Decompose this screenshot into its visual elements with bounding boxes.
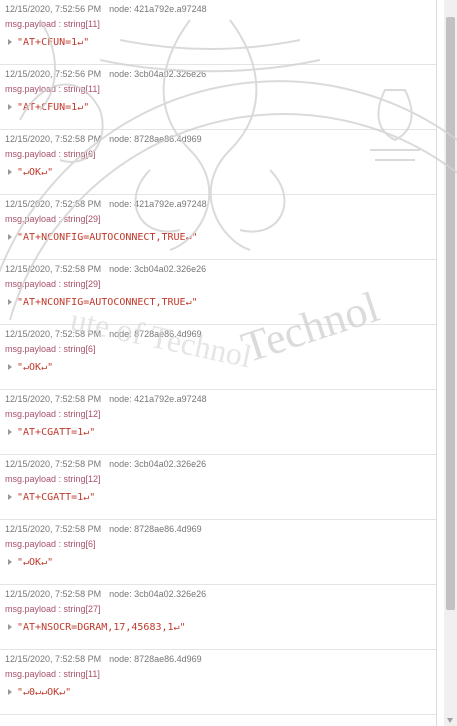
expand-arrow-icon[interactable] xyxy=(8,104,12,111)
message-meta: 12/15/2020, 7:52:58 PM node: 421a792e.a97… xyxy=(5,394,207,404)
payload-value: "AT+CGATT=1↵" xyxy=(17,492,96,503)
message-node-id[interactable]: node: 3cb04a02.326e26 xyxy=(109,264,206,274)
message-timestamp: 12/15/2020, 7:52:58 PM xyxy=(5,394,102,404)
debug-message: 12/15/2020, 7:52:58 PM node: 421a792e.a97… xyxy=(0,195,436,260)
message-node-id[interactable]: node: 421a792e.a97248 xyxy=(109,394,207,404)
expand-arrow-icon[interactable] xyxy=(8,169,12,176)
debug-message: 12/15/2020, 7:52:58 PM node: 3cb04a02.326… xyxy=(0,455,436,520)
payload-value: "↵0↵↵OK↵" xyxy=(17,687,72,698)
message-payload[interactable]: "↵0↵↵OK↵" xyxy=(8,687,71,698)
payload-value: "AT+NCONFIG=AUTOCONNECT,TRUE↵" xyxy=(17,232,198,243)
debug-message: 12/15/2020, 7:52:58 PM node: 421a792e.a97… xyxy=(0,390,436,455)
debug-window: 12/15/2020, 7:52:56 PM node: 421a792e.a97… xyxy=(0,0,457,726)
expand-arrow-icon[interactable] xyxy=(8,494,12,501)
payload-value: "↵OK↵" xyxy=(17,557,54,568)
message-timestamp: 12/15/2020, 7:52:56 PM xyxy=(5,69,102,79)
message-timestamp: 12/15/2020, 7:52:58 PM xyxy=(5,199,102,209)
message-node-id[interactable]: node: 3cb04a02.326e26 xyxy=(109,589,206,599)
debug-message-list[interactable]: 12/15/2020, 7:52:56 PM node: 421a792e.a97… xyxy=(0,0,437,726)
message-meta: 12/15/2020, 7:52:58 PM node: 8728ae86.4d9… xyxy=(5,329,202,339)
message-meta: 12/15/2020, 7:52:58 PM node: 421a792e.a97… xyxy=(5,199,207,209)
message-payload[interactable]: "AT+NCONFIG=AUTOCONNECT,TRUE↵" xyxy=(8,297,198,308)
debug-message: 12/15/2020, 7:52:56 PM node: 421a792e.a97… xyxy=(0,0,436,65)
message-payload[interactable]: "↵OK↵" xyxy=(8,167,53,178)
message-payload[interactable]: "AT+NSOCR=DGRAM,17,45683,1↵" xyxy=(8,622,186,633)
message-timestamp: 12/15/2020, 7:52:58 PM xyxy=(5,329,102,339)
message-timestamp: 12/15/2020, 7:52:58 PM xyxy=(5,589,102,599)
expand-arrow-icon[interactable] xyxy=(8,559,12,566)
payload-value: "AT+NCONFIG=AUTOCONNECT,TRUE↵" xyxy=(17,297,198,308)
message-node-id[interactable]: node: 3cb04a02.326e26 xyxy=(109,459,206,469)
message-timestamp: 12/15/2020, 7:52:58 PM xyxy=(5,524,102,534)
debug-message: 12/15/2020, 7:52:58 PM node: 8728ae86.4d9… xyxy=(0,520,436,585)
message-payload[interactable]: "AT+NCONFIG=AUTOCONNECT,TRUE↵" xyxy=(8,232,198,243)
debug-message: 12/15/2020, 7:52:58 PM node: 8728ae86.4d9… xyxy=(0,650,436,715)
expand-arrow-icon[interactable] xyxy=(8,624,12,631)
debug-message: 12/15/2020, 7:52:58 PM node: 3cb04a02.326… xyxy=(0,585,436,650)
message-topic: msg.payload : string[12] xyxy=(5,409,101,419)
payload-value: "AT+CGATT=1↵" xyxy=(17,427,96,438)
debug-message: 12/15/2020, 7:52:56 PM node: 3cb04a02.326… xyxy=(0,65,436,130)
payload-value: "↵OK↵" xyxy=(17,167,54,178)
expand-arrow-icon[interactable] xyxy=(8,429,12,436)
message-node-id[interactable]: node: 8728ae86.4d969 xyxy=(109,524,202,534)
message-payload[interactable]: "AT+CGATT=1↵" xyxy=(8,427,95,438)
payload-value: "AT+NSOCR=DGRAM,17,45683,1↵" xyxy=(17,622,186,633)
message-meta: 12/15/2020, 7:52:56 PM node: 3cb04a02.326… xyxy=(5,69,206,79)
message-topic: msg.payload : string[6] xyxy=(5,149,96,159)
payload-value: "↵OK↵" xyxy=(17,362,54,373)
message-topic: msg.payload : string[11] xyxy=(5,19,100,29)
expand-arrow-icon[interactable] xyxy=(8,364,12,371)
message-timestamp: 12/15/2020, 7:52:58 PM xyxy=(5,264,102,274)
expand-arrow-icon[interactable] xyxy=(8,234,12,241)
payload-value: "AT+CFUN=1↵" xyxy=(17,102,90,113)
message-timestamp: 12/15/2020, 7:52:56 PM xyxy=(5,4,102,14)
message-topic: msg.payload : string[12] xyxy=(5,474,101,484)
message-node-id[interactable]: node: 3cb04a02.326e26 xyxy=(109,69,206,79)
message-topic: msg.payload : string[11] xyxy=(5,669,100,679)
debug-message: 12/15/2020, 7:52:58 PM node: 8728ae86.4d9… xyxy=(0,325,436,390)
message-node-id[interactable]: node: 421a792e.a97248 xyxy=(109,4,207,14)
message-meta: 12/15/2020, 7:52:58 PM node: 8728ae86.4d9… xyxy=(5,134,202,144)
debug-message: 12/15/2020, 7:52:58 PM node: 3cb04a02.326… xyxy=(0,260,436,325)
expand-arrow-icon[interactable] xyxy=(8,299,12,306)
message-topic: msg.payload : string[6] xyxy=(5,539,96,549)
message-payload[interactable]: "AT+CFUN=1↵" xyxy=(8,37,89,48)
message-node-id[interactable]: node: 8728ae86.4d969 xyxy=(109,134,202,144)
message-timestamp: 12/15/2020, 7:52:58 PM xyxy=(5,459,102,469)
message-topic: msg.payload : string[27] xyxy=(5,604,101,614)
message-topic: msg.payload : string[29] xyxy=(5,279,101,289)
expand-arrow-icon[interactable] xyxy=(8,39,12,46)
message-timestamp: 12/15/2020, 7:52:58 PM xyxy=(5,134,102,144)
message-meta: 12/15/2020, 7:52:58 PM node: 8728ae86.4d9… xyxy=(5,654,202,664)
message-meta: 12/15/2020, 7:52:58 PM node: 3cb04a02.326… xyxy=(5,589,206,599)
message-payload[interactable]: "↵OK↵" xyxy=(8,362,53,373)
message-topic: msg.payload : string[29] xyxy=(5,214,101,224)
message-payload[interactable]: "AT+CGATT=1↵" xyxy=(8,492,95,503)
payload-value: "AT+CFUN=1↵" xyxy=(17,37,90,48)
message-node-id[interactable]: node: 421a792e.a97248 xyxy=(109,199,207,209)
debug-message: 12/15/2020, 7:52:58 PM node: 8728ae86.4d9… xyxy=(0,130,436,195)
message-meta: 12/15/2020, 7:52:56 PM node: 421a792e.a97… xyxy=(5,4,207,14)
scrollbar-thumb[interactable] xyxy=(446,17,455,610)
message-topic: msg.payload : string[11] xyxy=(5,84,100,94)
message-node-id[interactable]: node: 8728ae86.4d969 xyxy=(109,329,202,339)
vertical-scrollbar[interactable] xyxy=(444,0,457,726)
message-meta: 12/15/2020, 7:52:58 PM node: 8728ae86.4d9… xyxy=(5,524,202,534)
message-payload[interactable]: "↵OK↵" xyxy=(8,557,53,568)
message-topic: msg.payload : string[6] xyxy=(5,344,96,354)
message-payload[interactable]: "AT+CFUN=1↵" xyxy=(8,102,89,113)
expand-arrow-icon[interactable] xyxy=(8,689,12,696)
message-timestamp: 12/15/2020, 7:52:58 PM xyxy=(5,654,102,664)
scroll-down-arrow-icon[interactable] xyxy=(447,718,453,723)
message-meta: 12/15/2020, 7:52:58 PM node: 3cb04a02.326… xyxy=(5,459,206,469)
message-meta: 12/15/2020, 7:52:58 PM node: 3cb04a02.326… xyxy=(5,264,206,274)
message-node-id[interactable]: node: 8728ae86.4d969 xyxy=(109,654,202,664)
